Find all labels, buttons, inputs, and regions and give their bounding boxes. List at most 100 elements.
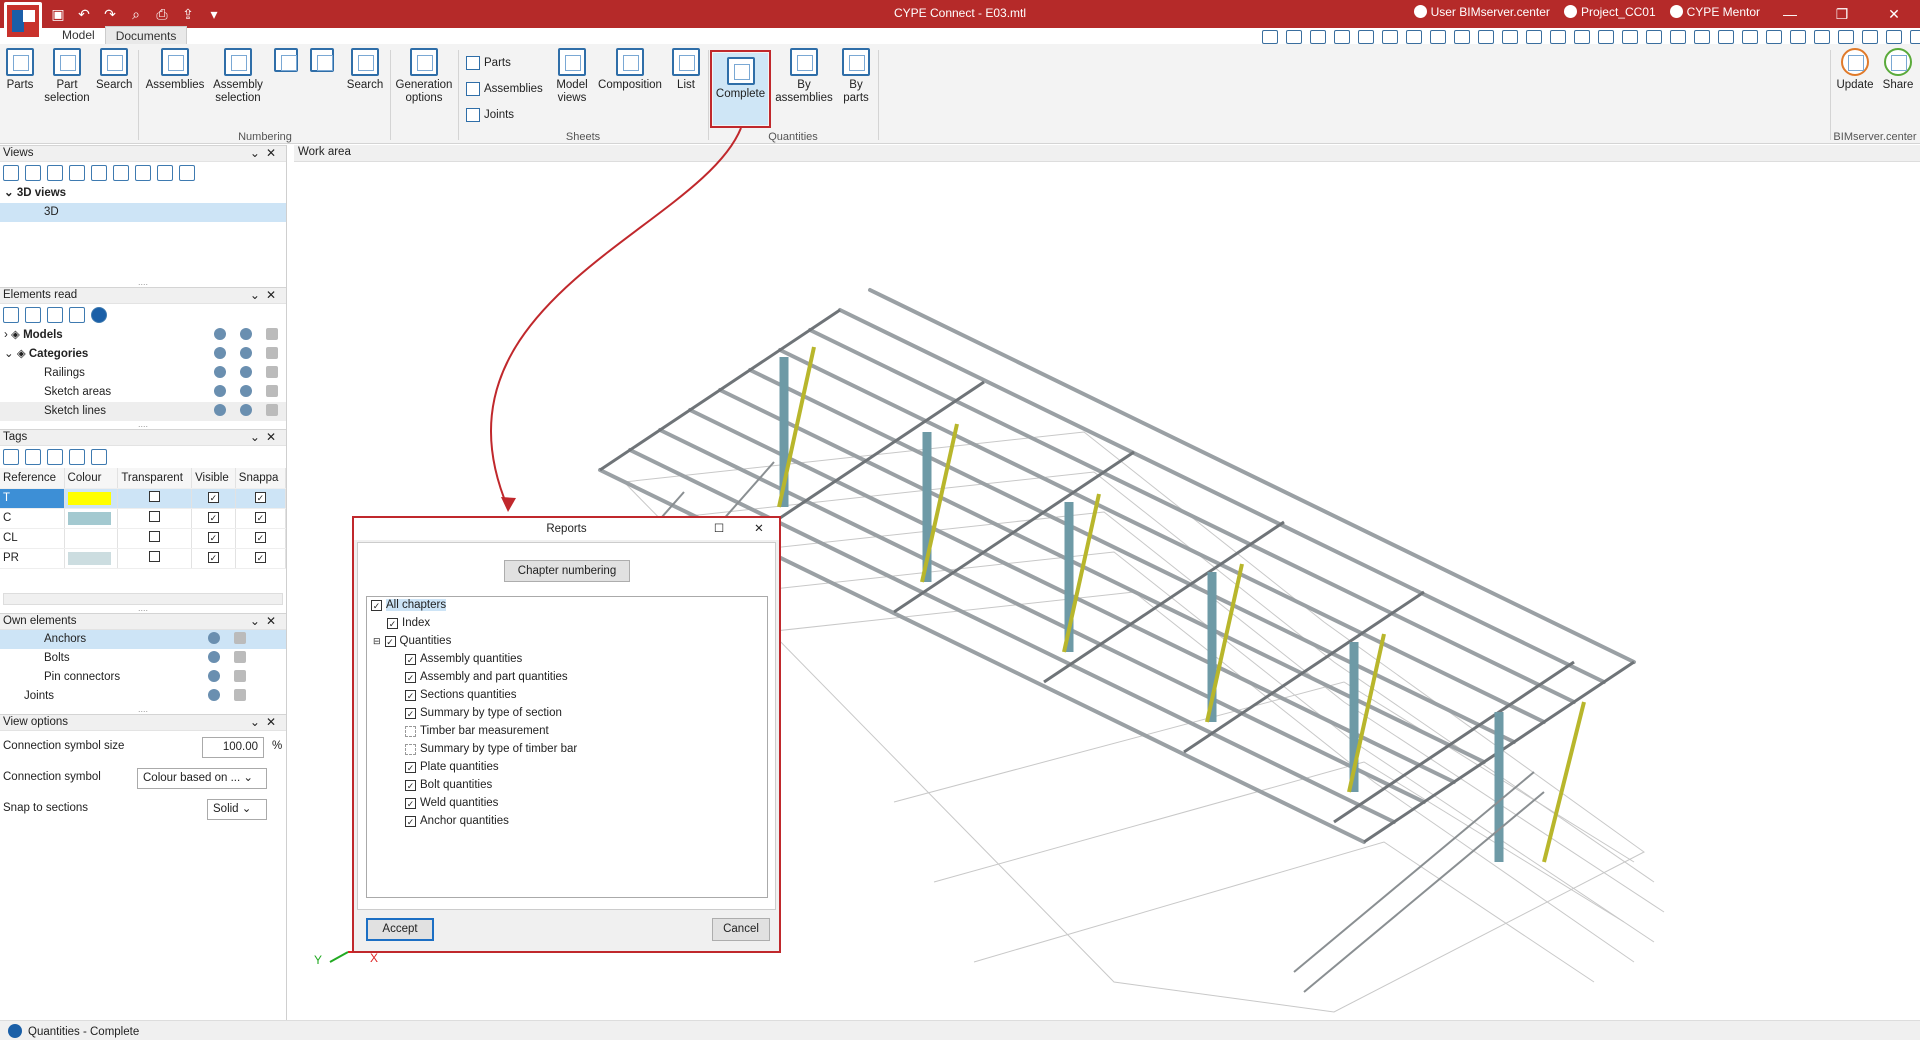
table-row[interactable]: C ✓ ✓ (0, 508, 287, 529)
small-tool-button[interactable] (270, 48, 302, 75)
update-button[interactable]: Update (1834, 48, 1876, 92)
tab-model[interactable]: Model (52, 26, 105, 44)
transparent-checkbox[interactable] (149, 511, 161, 522)
camera-icon[interactable] (135, 165, 151, 181)
move-up-icon[interactable] (69, 449, 85, 465)
toolbar-icon[interactable] (1670, 30, 1686, 44)
toolbar-icon[interactable] (1406, 30, 1422, 44)
camera-icon[interactable] (113, 165, 129, 181)
sheets-assemblies-button[interactable]: Assemblies (466, 82, 543, 96)
copy-icon[interactable] (25, 449, 41, 465)
transparent-checkbox[interactable] (149, 491, 161, 502)
toolbar-icon[interactable] (1742, 30, 1758, 44)
assembly-selection-button[interactable]: Assembly selection (210, 48, 266, 105)
tree-3d-views[interactable]: ⌄ 3D views (0, 184, 286, 203)
chapter-item[interactable]: ✓ Bolt quantities (405, 779, 492, 791)
transparent-checkbox[interactable] (149, 531, 161, 542)
accept-button[interactable]: Accept (366, 918, 434, 941)
table-row[interactable]: CL ✓ ✓ (0, 528, 287, 549)
mentor-link[interactable]: CYPE Mentor (1669, 5, 1760, 19)
toolbar-icon[interactable] (1910, 30, 1920, 44)
chapter-item[interactable]: ✓ Weld quantities (405, 797, 498, 809)
tree-categories[interactable]: ⌄ ◈ Categories (0, 345, 286, 364)
toolbar-icon[interactable] (1550, 30, 1566, 44)
chapter-item[interactable]: ✓ Anchor quantities (405, 815, 509, 827)
complete-button[interactable]: Complete (713, 53, 768, 125)
cube-icon[interactable] (179, 165, 195, 181)
cancel-button[interactable]: Cancel (712, 918, 770, 941)
toolbar-icon[interactable] (1766, 30, 1782, 44)
toolbar-icon[interactable] (1598, 30, 1614, 44)
tree-3d[interactable]: 3D (0, 203, 286, 222)
toolbar-icon[interactable] (1430, 30, 1446, 44)
assemblies-button[interactable]: Assemblies (144, 48, 206, 92)
search-assemblies-button[interactable]: Search (346, 48, 384, 92)
chapter-item[interactable]: Summary by type of timber bar (405, 743, 577, 755)
sheets-parts-button[interactable]: Parts (466, 56, 511, 70)
toolbar-icon[interactable] (1454, 30, 1470, 44)
restore-icon[interactable]: ❐ (1816, 0, 1868, 28)
panel-controls[interactable]: ⌄✕ (250, 146, 282, 160)
project-link[interactable]: Project_CC01 (1563, 5, 1656, 19)
tree-models[interactable]: › ◈ Models (0, 326, 286, 345)
connection-size-input[interactable]: 100.00 (202, 736, 264, 758)
chapter-item[interactable]: ✓ All chapters (371, 599, 447, 611)
search-parts-button[interactable]: Search (96, 48, 132, 92)
chapter-item[interactable]: ✓ Plate quantities (405, 761, 499, 773)
snap-sections-select[interactable]: Solid ⌄ (207, 798, 267, 820)
snap-checkbox[interactable]: ✓ (254, 552, 266, 563)
toolbar-icon[interactable] (1790, 30, 1806, 44)
tree-sketch-areas[interactable]: Sketch areas (0, 383, 286, 402)
sheets-joints-button[interactable]: Joints (466, 108, 514, 122)
toolbar-icon[interactable] (1862, 30, 1878, 44)
by-assemblies-button[interactable]: By assemblies (774, 48, 834, 105)
toolbar-icon[interactable] (1310, 30, 1326, 44)
own-joints[interactable]: Joints (0, 687, 286, 706)
toolbar-icon[interactable] (1838, 30, 1854, 44)
connection-symbol-select[interactable]: Colour based on ... ⌄ (137, 767, 267, 789)
chapter-item[interactable]: Timber bar measurement (405, 725, 549, 737)
by-parts-button[interactable]: By parts (838, 48, 874, 105)
cube-icon[interactable] (157, 165, 173, 181)
toolbar-icon[interactable] (1478, 30, 1494, 44)
toolbar-icon[interactable] (1286, 30, 1302, 44)
parts-button[interactable]: Parts (4, 48, 36, 92)
add-view-icon[interactable] (3, 165, 19, 181)
toolbar-icon[interactable] (1694, 30, 1710, 44)
part-selection-button[interactable]: Part selection (40, 48, 94, 105)
table-row[interactable]: PR ✓ ✓ (0, 548, 287, 569)
visible-checkbox[interactable]: ✓ (207, 492, 219, 503)
user-link[interactable]: User BIMserver.center (1413, 5, 1550, 19)
maximize-icon[interactable]: ☐ (699, 518, 739, 540)
panel-controls[interactable]: ⌄✕ (250, 715, 282, 729)
tree-railings[interactable]: Railings (0, 364, 286, 383)
expand-icon[interactable] (3, 307, 19, 323)
composition-button[interactable]: Composition (596, 48, 664, 92)
toolbar-icon[interactable] (1718, 30, 1734, 44)
small-tool-button[interactable] (306, 48, 338, 75)
snap-checkbox[interactable]: ✓ (254, 532, 266, 543)
close-icon[interactable]: ✕ (1868, 0, 1920, 28)
collapse-icon[interactable] (25, 307, 41, 323)
copy-view-icon[interactable] (47, 165, 63, 181)
tree-sketch-lines[interactable]: Sketch lines (0, 402, 286, 421)
tab-documents[interactable]: Documents (104, 26, 188, 44)
panel-controls[interactable]: ⌄✕ (250, 614, 282, 628)
share-button[interactable]: Share (1878, 48, 1918, 92)
model-views-button[interactable]: Model views (550, 48, 594, 105)
own-bolts[interactable]: Bolts (0, 649, 286, 668)
app-logo[interactable] (4, 2, 42, 40)
chapter-item[interactable]: ⊟ ✓ Quantities (373, 635, 451, 647)
visible-checkbox[interactable]: ✓ (207, 532, 219, 543)
toolbar-icon[interactable] (1502, 30, 1518, 44)
panel-controls[interactable]: ⌄✕ (250, 288, 282, 302)
chapter-numbering-button[interactable]: Chapter numbering (504, 560, 630, 582)
toolbar-icon[interactable] (1526, 30, 1542, 44)
add-icon[interactable] (3, 449, 19, 465)
view-icon[interactable] (91, 165, 107, 181)
chapter-item[interactable]: ✓ Assembly quantities (405, 653, 522, 665)
toolbar-icon[interactable] (1358, 30, 1374, 44)
delete-icon[interactable] (47, 449, 63, 465)
table-row[interactable]: T ✓ ✓ (0, 488, 287, 509)
info-icon[interactable] (91, 307, 107, 323)
